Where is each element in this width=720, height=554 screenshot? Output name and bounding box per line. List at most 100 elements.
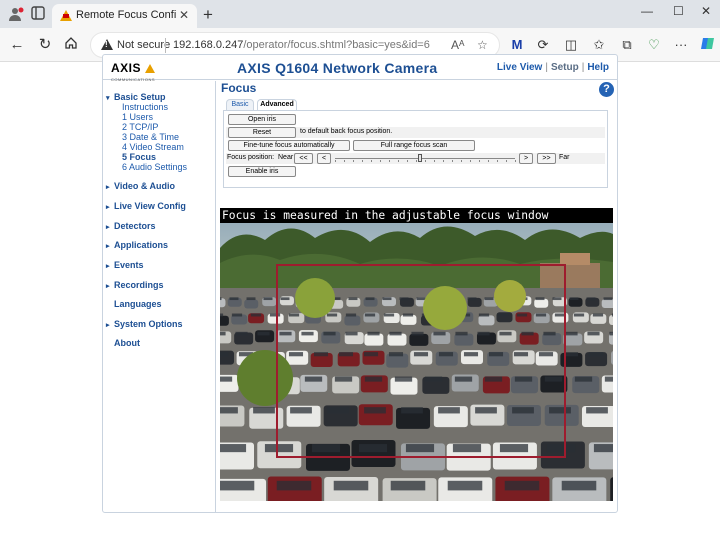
security-label[interactable]: Not secure [117, 39, 170, 51]
collapsed-arrow-icon: ▸ [106, 184, 110, 191]
car-window [447, 480, 483, 491]
logo-triangle-icon [145, 64, 156, 73]
close-window-icon[interactable]: ✕ [701, 4, 711, 18]
sidebar-subitem-audio-settings[interactable]: 6 Audio Settings [122, 162, 187, 172]
car-window [504, 480, 540, 491]
car-window [569, 297, 579, 301]
full-range-focus-scan-button[interactable]: Full range focus scan [353, 140, 475, 151]
extension-m-icon[interactable]: M [508, 36, 526, 54]
sidebar-item-label: Recordings [114, 280, 164, 290]
focus-position-label: Focus position: [227, 154, 275, 161]
tab-basic[interactable]: Basic [226, 99, 254, 110]
sidebar-item-live-view-config[interactable]: ▸ Live View Config [106, 201, 186, 211]
extension-icon[interactable]: ⟳ [534, 36, 552, 54]
help-link[interactable]: Help [587, 62, 609, 73]
expanded-arrow-icon: ▾ [106, 95, 110, 102]
sidebar-item-detectors[interactable]: ▸ Detectors [106, 221, 156, 231]
sidebar-item-languages[interactable]: Languages [106, 299, 162, 309]
car-window [220, 297, 222, 301]
slider-tick [353, 160, 354, 162]
copilot-icon[interactable] [698, 36, 716, 54]
favorite-star-icon[interactable]: ☆ [477, 38, 488, 52]
sidebar-item-basic-setup[interactable]: ▾ Basic Setup [106, 92, 166, 102]
tab-title: Remote Focus Configuration - AXIS [76, 9, 176, 21]
parked-car [244, 299, 259, 309]
slider-tick [389, 160, 390, 162]
link-separator: | [581, 62, 585, 73]
sidebar-subitem-focus[interactable]: 5 Focus [122, 152, 156, 162]
overlay-text: Focus is measured in the adjustable focu… [222, 209, 549, 222]
car-window [257, 331, 270, 336]
live-view-link[interactable]: Live View [497, 62, 542, 73]
focus-window[interactable] [276, 264, 566, 458]
axis-favicon-icon [60, 10, 72, 21]
focus-slider-thumb[interactable] [417, 154, 422, 162]
step-left-button[interactable]: < [317, 153, 331, 164]
parked-car [220, 315, 229, 326]
maximize-icon[interactable]: ☐ [673, 4, 684, 18]
sidebar-subitem-users[interactable]: 1 Users [122, 112, 153, 122]
setup-link[interactable]: Setup [551, 62, 579, 73]
sidebar-item-events[interactable]: ▸ Events [106, 260, 144, 270]
sidebar-item-video-audio[interactable]: ▸ Video & Audio [106, 181, 175, 191]
collapsed-arrow-icon: ▸ [106, 243, 110, 250]
sidebar-subitem-tcpip[interactable]: 2 TCP/IP [122, 122, 158, 132]
sidebar-subitem-date-time[interactable]: 3 Date & Time [122, 132, 179, 142]
warning-icon[interactable] [101, 39, 113, 50]
collections-icon[interactable]: ⧉ [618, 36, 636, 54]
favorites-icon[interactable]: ✩ [590, 36, 608, 54]
url-text[interactable]: 192.168.0.247/operator/focus.shtml?basic… [173, 39, 430, 51]
sidebar-item-applications[interactable]: ▸ Applications [106, 240, 168, 250]
browser-tab-active[interactable]: Remote Focus Configuration - AXIS ✕ [52, 4, 197, 28]
help-icon[interactable]: ? [599, 82, 614, 97]
car-window [276, 480, 312, 491]
slider-tick [497, 160, 498, 162]
read-aloud-icon[interactable]: Aᴬ [451, 38, 464, 52]
refresh-icon[interactable]: ↻ [36, 36, 54, 54]
car-window [586, 297, 596, 301]
camera-title: AXIS Q1604 Network Camera [237, 60, 438, 76]
browser-tab-strip: Remote Focus Configuration - AXIS ✕ + — … [0, 0, 720, 28]
browser-essentials-icon[interactable]: ♡ [645, 36, 663, 54]
slider-tick [479, 160, 480, 162]
tab-advanced[interactable]: Advanced [257, 99, 297, 110]
car-window [263, 297, 273, 301]
step-right-button[interactable]: > [519, 153, 533, 164]
close-tab-icon[interactable]: ✕ [179, 8, 189, 22]
sidebar-item-label: About [114, 338, 140, 348]
axis-logo: AXIS COMMUNICATIONS [111, 59, 156, 82]
minimize-icon[interactable]: — [641, 4, 653, 18]
sidebar-subitem-instructions[interactable]: Instructions [122, 102, 168, 112]
car-window [593, 444, 613, 453]
reset-button[interactable]: Reset [228, 127, 296, 138]
slider-tick [488, 160, 489, 162]
sidebar-item-recordings[interactable]: ▸ Recordings [106, 280, 164, 290]
sidebar-item-system-options[interactable]: ▸ System Options [106, 319, 183, 329]
more-menu-icon[interactable]: ··· [672, 36, 690, 54]
far-right-button[interactable]: >> [537, 153, 556, 164]
enable-iris-button[interactable]: Enable iris [228, 166, 296, 177]
sidebar-nav: ▾ Basic Setup Instructions 1 Users 2 TCP/… [103, 81, 216, 512]
focus-controls-panel: Open iris Reset to default back focus po… [223, 110, 608, 188]
slider-tick [461, 160, 462, 162]
link-separator: | [545, 62, 548, 73]
far-left-button[interactable]: << [294, 153, 313, 164]
sidebar-item-about[interactable]: About [106, 338, 140, 348]
home-icon[interactable] [62, 36, 80, 54]
open-iris-button[interactable]: Open iris [228, 114, 296, 125]
profile-icon[interactable] [8, 6, 24, 22]
car-window [253, 407, 275, 414]
workspaces-icon[interactable] [30, 6, 46, 22]
car-window [220, 331, 226, 336]
fine-tune-focus-button[interactable]: Fine-tune focus automatically [228, 140, 350, 151]
split-screen-icon[interactable]: ◫ [562, 36, 580, 54]
page-title: Focus [221, 81, 257, 95]
back-icon[interactable]: ← [8, 36, 26, 54]
near-label: Near [278, 154, 294, 161]
collapsed-arrow-icon: ▸ [106, 283, 110, 290]
autofocus-row: Fine-tune focus automatically Full range… [226, 140, 605, 151]
new-tab-icon[interactable]: + [203, 5, 213, 25]
video-stream[interactable]: Focus is measured in the adjustable focu… [220, 208, 613, 501]
sidebar-subitem-video-stream[interactable]: 4 Video Stream [122, 142, 184, 152]
focus-slider-track[interactable] [335, 158, 515, 159]
